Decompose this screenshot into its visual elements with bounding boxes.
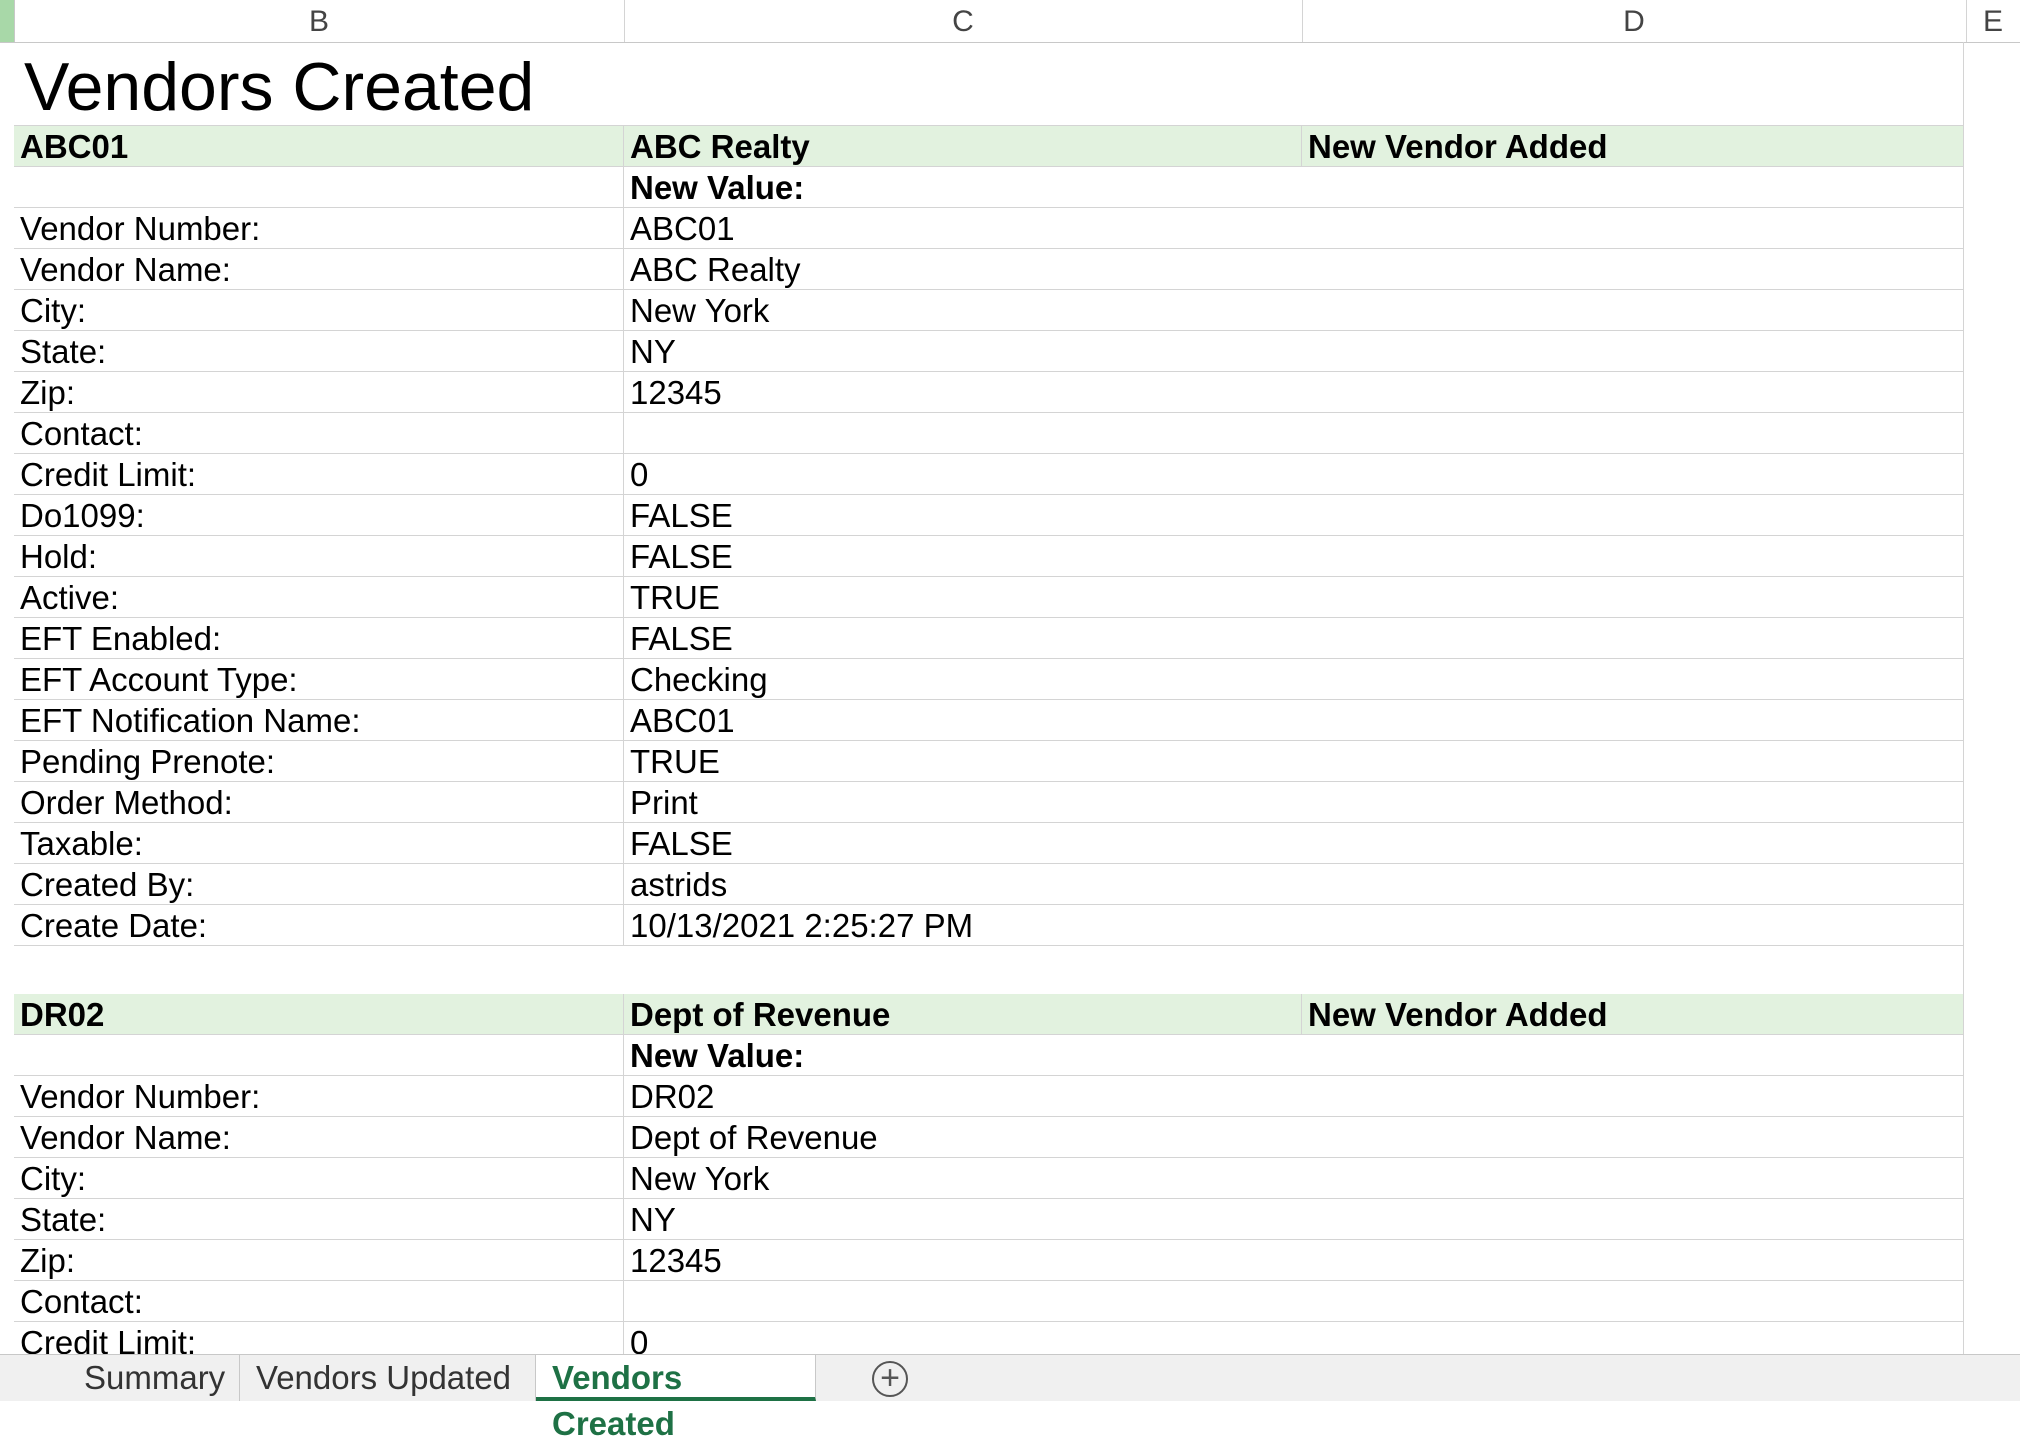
- field-value-cell[interactable]: Checking: [624, 659, 1964, 700]
- column-header-b[interactable]: B: [14, 0, 625, 42]
- select-all-corner[interactable]: [0, 0, 15, 42]
- field-label-cell[interactable]: EFT Account Type:: [14, 659, 624, 700]
- field-value-cell[interactable]: 0: [624, 454, 1964, 495]
- empty-cell[interactable]: [14, 1035, 624, 1076]
- tab-vendors-created[interactable]: Vendors Created: [536, 1355, 816, 1442]
- field-label-cell[interactable]: City:: [14, 290, 624, 331]
- vendor-code-cell[interactable]: ABC01: [14, 126, 624, 167]
- tab-summary[interactable]: Summary: [68, 1355, 240, 1401]
- field-label-cell[interactable]: Contact:: [14, 1281, 624, 1322]
- field-value-cell[interactable]: Dept of Revenue: [624, 1117, 1964, 1158]
- field-value-cell[interactable]: FALSE: [624, 618, 1964, 659]
- new-value-header[interactable]: New Value:: [624, 1035, 1964, 1076]
- field-value-cell[interactable]: ABC01: [624, 700, 1964, 741]
- field-label-cell[interactable]: Hold:: [14, 536, 624, 577]
- field-label-cell[interactable]: Do1099:: [14, 495, 624, 536]
- field-value-cell[interactable]: 12345: [624, 1240, 1964, 1281]
- field-label-cell[interactable]: Pending Prenote:: [14, 741, 624, 782]
- field-value-cell[interactable]: New York: [624, 1158, 1964, 1199]
- field-value-cell[interactable]: astrids: [624, 864, 1964, 905]
- vendor-status-cell[interactable]: New Vendor Added: [1302, 994, 1964, 1035]
- field-value-cell[interactable]: NY: [624, 1199, 1964, 1240]
- field-label-cell[interactable]: State:: [14, 331, 624, 372]
- field-label-cell[interactable]: Zip:: [14, 372, 624, 413]
- vendor-name-cell[interactable]: ABC Realty: [624, 126, 1302, 167]
- sheet-title[interactable]: Vendors Created: [14, 42, 1964, 126]
- field-value-cell[interactable]: [624, 1281, 1964, 1322]
- column-header-bar: B C D E: [0, 0, 2020, 43]
- column-header-e[interactable]: E: [1966, 0, 2020, 42]
- tab-vendors-updated[interactable]: Vendors Updated: [240, 1355, 536, 1401]
- field-value-cell[interactable]: 12345: [624, 372, 1964, 413]
- field-value-cell[interactable]: ABC01: [624, 208, 1964, 249]
- empty-cell[interactable]: [14, 167, 624, 208]
- vendor-status-cell[interactable]: New Vendor Added: [1302, 126, 1964, 167]
- field-label-cell[interactable]: EFT Enabled:: [14, 618, 624, 659]
- field-value-cell[interactable]: TRUE: [624, 577, 1964, 618]
- field-label-cell[interactable]: Credit Limit:: [14, 454, 624, 495]
- field-label-cell[interactable]: Order Method:: [14, 782, 624, 823]
- field-value-cell[interactable]: FALSE: [624, 495, 1964, 536]
- field-label-cell[interactable]: Contact:: [14, 413, 624, 454]
- field-label-cell[interactable]: Vendor Name:: [14, 1117, 624, 1158]
- field-value-cell[interactable]: Print: [624, 782, 1964, 823]
- field-label-cell[interactable]: Active:: [14, 577, 624, 618]
- field-label-cell[interactable]: State:: [14, 1199, 624, 1240]
- field-value-cell[interactable]: FALSE: [624, 823, 1964, 864]
- new-value-header[interactable]: New Value:: [624, 167, 1964, 208]
- field-value-cell[interactable]: FALSE: [624, 536, 1964, 577]
- field-value-cell[interactable]: 10/13/2021 2:25:27 PM: [624, 905, 1964, 946]
- field-label-cell[interactable]: Taxable:: [14, 823, 624, 864]
- field-value-cell[interactable]: [624, 413, 1964, 454]
- field-value-cell[interactable]: TRUE: [624, 741, 1964, 782]
- field-label-cell[interactable]: City:: [14, 1158, 624, 1199]
- field-value-cell[interactable]: NY: [624, 331, 1964, 372]
- sheet-tab-bar: Summary Vendors Updated Vendors Created …: [0, 1354, 2020, 1442]
- field-label-cell[interactable]: Zip:: [14, 1240, 624, 1281]
- vendor-code-cell[interactable]: DR02: [14, 994, 624, 1035]
- column-header-d[interactable]: D: [1302, 0, 1967, 42]
- add-sheet-icon[interactable]: +: [872, 1361, 908, 1397]
- blank-row[interactable]: [14, 946, 1964, 994]
- field-value-cell[interactable]: New York: [624, 290, 1964, 331]
- field-label-cell[interactable]: Vendor Number:: [14, 208, 624, 249]
- field-label-cell[interactable]: Created By:: [14, 864, 624, 905]
- field-label-cell[interactable]: EFT Notification Name:: [14, 700, 624, 741]
- field-label-cell[interactable]: Vendor Name:: [14, 249, 624, 290]
- field-label-cell[interactable]: Create Date:: [14, 905, 624, 946]
- field-value-cell[interactable]: ABC Realty: [624, 249, 1964, 290]
- field-value-cell[interactable]: DR02: [624, 1076, 1964, 1117]
- vendor-name-cell[interactable]: Dept of Revenue: [624, 994, 1302, 1035]
- column-header-c[interactable]: C: [624, 0, 1303, 42]
- field-label-cell[interactable]: Vendor Number:: [14, 1076, 624, 1117]
